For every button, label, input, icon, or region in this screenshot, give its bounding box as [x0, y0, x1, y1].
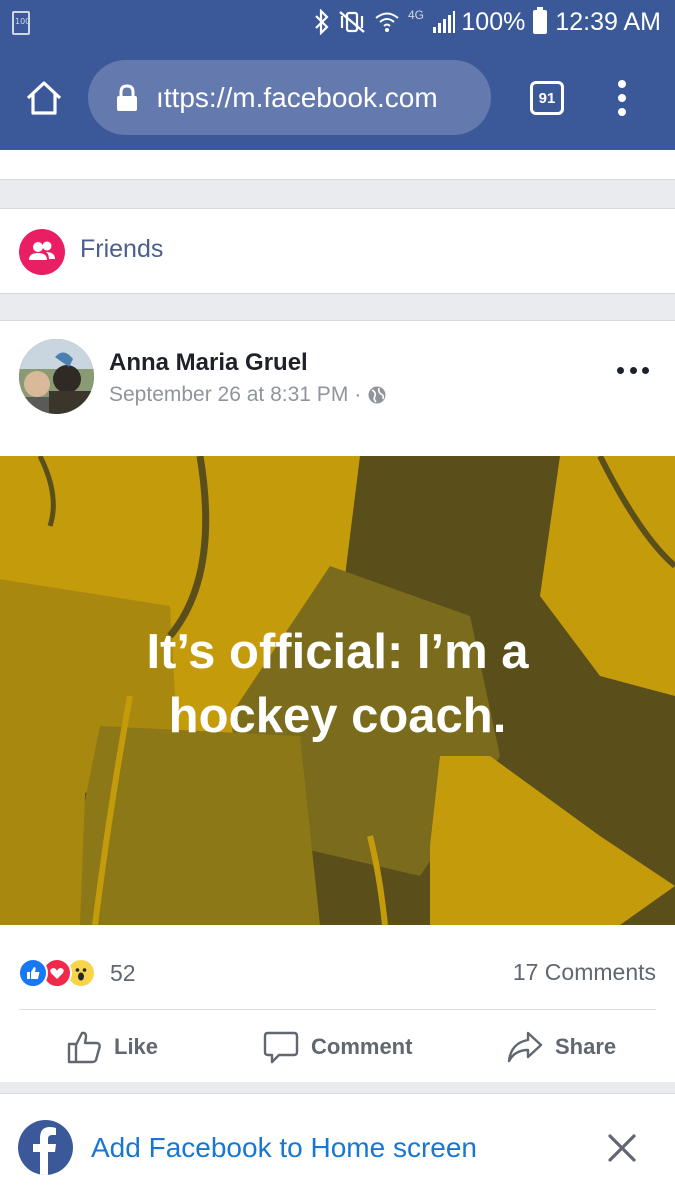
post-text-line-1: It’s official: I’m a — [146, 625, 529, 679]
comment-label: Comment — [311, 1034, 413, 1059]
post-options-button[interactable] — [617, 367, 649, 377]
status-right: 100% 12:39 AM — [461, 6, 661, 38]
friends-icon — [19, 229, 65, 275]
battery-icon — [533, 7, 548, 34]
facebook-logo-icon — [18, 1120, 73, 1175]
vibrate-mute-icon — [339, 11, 365, 33]
friends-section[interactable]: Friends — [0, 208, 675, 294]
add-to-home-label[interactable]: Add Facebook to Home screen — [91, 1132, 477, 1164]
address-bar[interactable]: ıttps://m.facebook.com — [88, 60, 491, 135]
status-bar: 100 4G 100% 12:39 AM — [0, 0, 675, 44]
lock-icon — [117, 83, 137, 111]
battery-percent: 100% — [461, 7, 526, 36]
friends-label: Friends — [80, 235, 164, 263]
browser-toolbar: 100 4G 100% 12:39 AM ıttps://m.facebook.… — [0, 0, 675, 150]
comment-icon — [263, 1031, 299, 1064]
post-text-line-2: hockey coach. — [168, 689, 507, 743]
battery-small-icon: 100 — [12, 11, 30, 35]
share-arrow-icon — [507, 1031, 543, 1063]
post-actions-divider — [19, 1009, 656, 1010]
globe-icon — [368, 386, 386, 404]
close-icon[interactable] — [606, 1132, 638, 1164]
meta-separator: · — [354, 383, 362, 406]
thumbs-up-icon — [67, 1031, 101, 1064]
like-button[interactable]: Like — [66, 1027, 158, 1067]
bluetooth-icon — [315, 9, 329, 35]
feed-post: Anna Maria Gruel September 26 at 8:31 PM… — [0, 320, 675, 1082]
status-time: 12:39 AM — [555, 7, 661, 36]
post-background-image: It’s official: I’m a hockey coach. — [0, 456, 675, 925]
like-icon — [18, 958, 48, 988]
post-timestamp[interactable]: September 26 at 8:31 PM — [109, 383, 348, 407]
battery-small-level: 100 — [15, 17, 31, 26]
home-icon[interactable] — [24, 78, 64, 118]
post-status-text: It’s official: I’m a hockey coach. — [0, 620, 675, 748]
post-meta: September 26 at 8:31 PM · — [109, 383, 387, 407]
reaction-count: 52 — [110, 959, 136, 986]
comment-button[interactable]: Comment — [263, 1027, 412, 1067]
browser-menu-icon[interactable] — [612, 80, 632, 116]
feed-top-strip — [0, 150, 675, 180]
wifi-icon — [375, 12, 399, 32]
status-icons: 4G — [314, 8, 456, 36]
comments-count-link[interactable]: 17 Comments — [513, 959, 656, 986]
signal-icon — [433, 11, 456, 33]
like-label: Like — [114, 1034, 159, 1059]
url-text: ıttps://m.facebook.com — [156, 81, 438, 113]
reactions-summary[interactable]: 52 — [18, 956, 136, 990]
post-author[interactable]: Anna Maria Gruel — [109, 349, 308, 377]
network-type-label: 4G — [408, 8, 425, 22]
share-button[interactable]: Share — [507, 1027, 616, 1067]
avatar[interactable] — [19, 339, 94, 414]
tab-switcher-button[interactable]: 91 — [530, 81, 564, 115]
add-to-home-banner[interactable]: Add Facebook to Home screen — [0, 1093, 675, 1200]
share-label: Share — [555, 1034, 617, 1059]
